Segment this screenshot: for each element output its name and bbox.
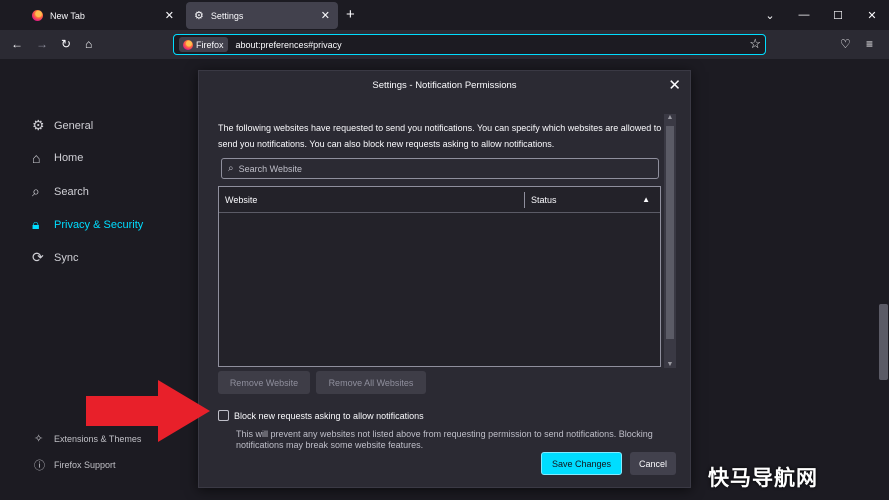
firefox-logo-icon xyxy=(183,39,193,50)
minimize-icon[interactable]: — xyxy=(787,0,821,30)
gear-icon: ⚙ xyxy=(32,117,45,133)
forward-arrow-icon[interactable]: → xyxy=(36,37,48,51)
pocket-icon[interactable]: ♡ xyxy=(840,37,851,51)
sidebar-item-sync[interactable]: ⟳ Sync xyxy=(32,249,78,266)
tab-label: New Tab xyxy=(50,10,85,21)
remove-all-websites-button[interactable]: Remove All Websites xyxy=(316,371,426,394)
column-header-website[interactable]: Website xyxy=(225,195,257,205)
sidebar-item-label: Home xyxy=(54,152,84,164)
close-window-icon[interactable]: ✕ xyxy=(855,0,889,30)
sidebar-item-label: General xyxy=(54,119,94,132)
tab-new-tab[interactable]: New Tab ✕ xyxy=(24,2,182,29)
watermark-text: 快马导航网 xyxy=(708,467,818,490)
table-header: Website Status ▲ xyxy=(219,187,660,213)
scroll-down-icon[interactable]: ▼ xyxy=(664,361,676,368)
lock-icon: 🔒︎ xyxy=(32,216,40,232)
permissions-table: Website Status ▲ xyxy=(218,186,661,367)
identity-box[interactable]: Firefox xyxy=(179,37,228,52)
sidebar-item-label: Search xyxy=(54,185,89,198)
sync-icon: ⟳ xyxy=(32,249,44,265)
dialog-scrollbar-thumb[interactable] xyxy=(666,126,674,339)
tab-label: Settings xyxy=(210,10,244,21)
reload-icon[interactable]: ↻ xyxy=(61,37,71,51)
bookmark-star-icon[interactable]: ☆ xyxy=(749,36,761,52)
notification-permissions-dialog: Settings - Notification Permissions ✕ Th… xyxy=(198,70,691,488)
firefox-logo-icon xyxy=(32,10,43,21)
window-controls: ⌄ — ☐ ✕ xyxy=(753,0,889,30)
column-divider xyxy=(524,192,525,208)
maximize-icon[interactable]: ☐ xyxy=(821,0,855,30)
home-icon: ⌂ xyxy=(32,150,41,166)
identity-label: Firefox xyxy=(196,39,224,50)
dialog-description: The following websites have requested to… xyxy=(218,123,662,149)
help-icon: ⓘ xyxy=(34,460,45,472)
search-placeholder: Search Website xyxy=(238,163,302,174)
back-arrow-icon[interactable]: ← xyxy=(11,37,23,51)
tab-settings[interactable]: ⚙ Settings ✕ xyxy=(186,2,338,29)
sidebar-item-label: Privacy & Security xyxy=(54,218,144,231)
sidebar-item-privacy[interactable]: 🔒︎ Privacy & Security xyxy=(32,216,143,233)
new-tab-plus-icon[interactable]: + xyxy=(346,6,355,23)
sidebar-item-home[interactable]: ⌂ Home xyxy=(32,150,83,166)
block-requests-label[interactable]: Block new requests asking to allow notif… xyxy=(234,411,424,421)
search-website-input[interactable]: ⌕ Search Website xyxy=(221,158,659,179)
page-scrollbar-thumb[interactable] xyxy=(879,304,888,380)
close-icon[interactable]: ✕ xyxy=(321,9,330,22)
dialog-scrollbar[interactable]: ▲ ▼ xyxy=(664,114,676,368)
search-icon: ⌕ xyxy=(32,183,40,199)
menu-icon[interactable]: ≡ xyxy=(866,37,873,51)
block-requests-checkbox[interactable] xyxy=(218,410,229,421)
arrow-shape xyxy=(86,380,210,442)
home-icon[interactable]: ⌂ xyxy=(85,37,92,51)
url-text[interactable]: about:preferences#privacy xyxy=(236,40,342,50)
close-icon[interactable]: ✕ xyxy=(668,76,681,94)
sidebar-item-general[interactable]: ⚙ General xyxy=(32,117,93,134)
firefox-support-link[interactable]: ⓘ Firefox Support xyxy=(34,457,116,473)
chevron-down-icon[interactable]: ⌄ xyxy=(753,0,787,30)
sidebar-item-label: Sync xyxy=(54,251,79,264)
cancel-button[interactable]: Cancel xyxy=(630,452,676,475)
scroll-up-icon[interactable]: ▲ xyxy=(664,114,676,121)
gear-icon: ⚙ xyxy=(194,10,204,22)
save-changes-button[interactable]: Save Changes xyxy=(541,452,622,475)
puzzle-icon: ✧ xyxy=(34,433,44,445)
remove-website-button[interactable]: Remove Website xyxy=(218,371,310,394)
sort-ascending-icon[interactable]: ▲ xyxy=(642,195,650,204)
close-icon[interactable]: ✕ xyxy=(165,9,174,22)
red-arrow-annotation xyxy=(86,380,210,442)
firefox-support-label: Firefox Support xyxy=(54,460,116,470)
dialog-title: Settings - Notification Permissions xyxy=(372,80,517,91)
url-bar[interactable]: Firefox about:preferences#privacy ☆ xyxy=(173,34,766,55)
search-icon: ⌕ xyxy=(228,163,234,174)
sidebar-item-search[interactable]: ⌕ Search xyxy=(32,183,89,200)
block-requests-help: This will prevent any websites not liste… xyxy=(236,429,653,450)
tab-strip: New Tab ✕ ⚙ Settings ✕ + ⌄ — ☐ ✕ xyxy=(0,0,889,30)
column-header-status[interactable]: Status xyxy=(531,195,557,205)
